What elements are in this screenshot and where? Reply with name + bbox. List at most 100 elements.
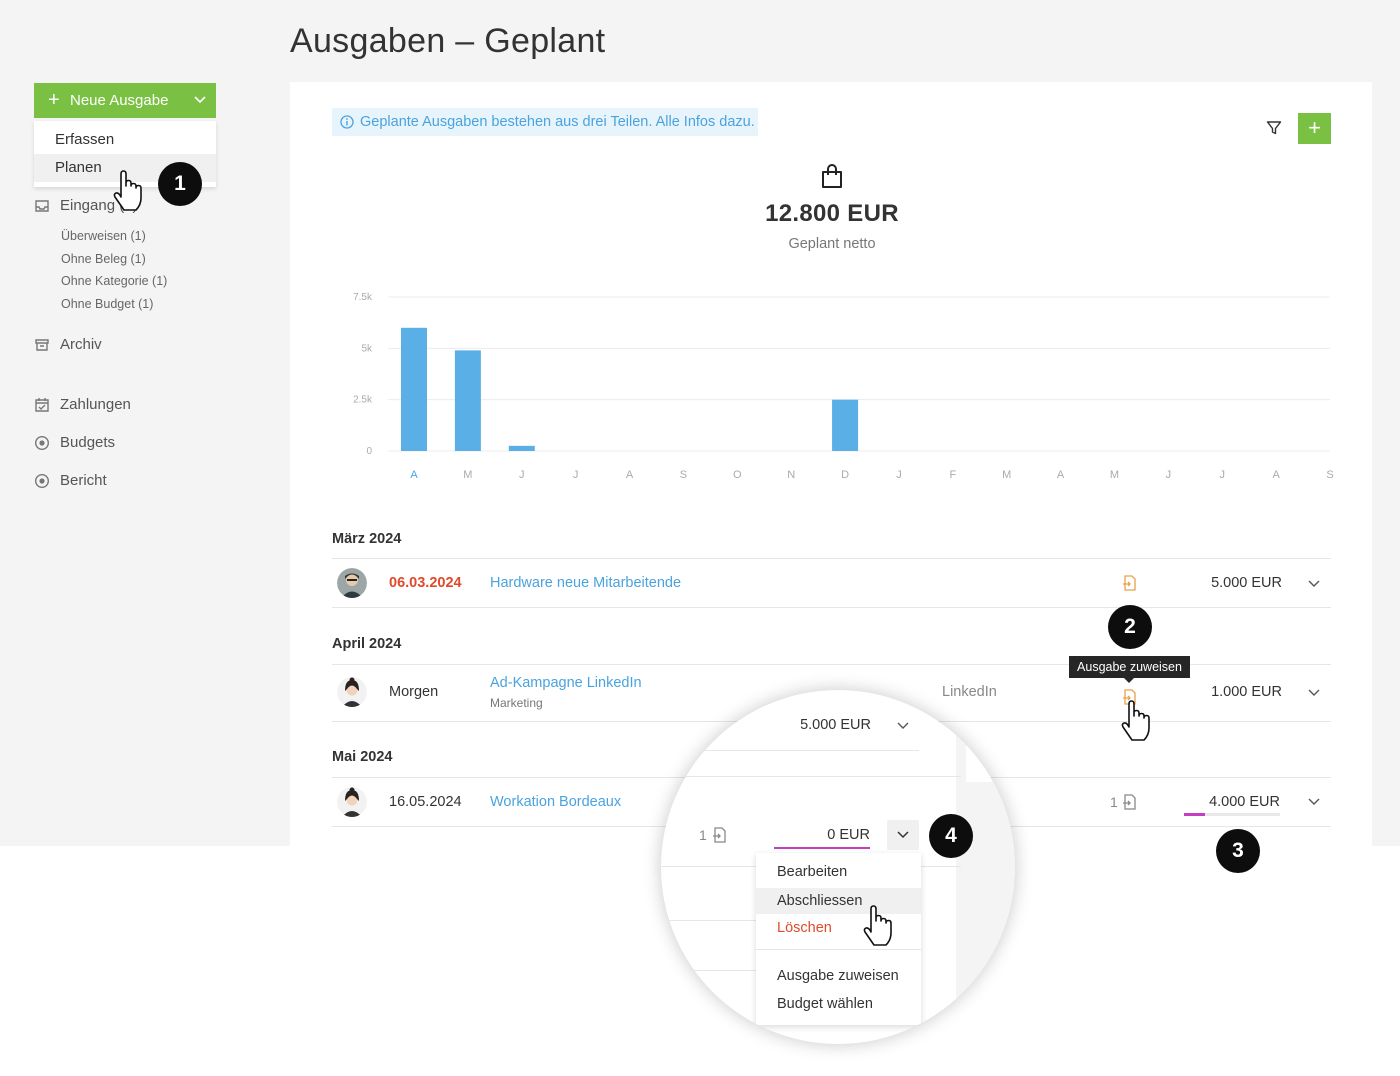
- magnifier-zero-amount: 0 EUR: [827, 827, 870, 843]
- archive-icon: [35, 338, 49, 351]
- row-title-link[interactable]: Workation Bordeaux: [490, 794, 621, 810]
- y-tick-label: 0: [366, 446, 372, 457]
- x-tick-label: M: [463, 469, 472, 481]
- y-tick-label: 7.5k: [353, 292, 373, 303]
- divider: [661, 920, 761, 921]
- chevron-down-icon[interactable]: [1308, 689, 1320, 697]
- document-icon[interactable]: [1122, 794, 1137, 810]
- magnifier-edge: [956, 690, 966, 782]
- total-label: Geplant netto: [788, 236, 876, 252]
- menu-item-abschliessen[interactable]: Abschliessen: [756, 888, 921, 914]
- page-title: Ausgaben – Geplant: [290, 22, 606, 60]
- row-amount: 4.000 EUR: [1209, 794, 1280, 810]
- hand-cursor-icon: [113, 170, 142, 211]
- magnifier-callout: , 5.000 EUR 1 0 EUR Bearbeiten Abschlies…: [661, 690, 1015, 1044]
- info-text: Geplante Ausgaben bestehen aus drei Teil…: [360, 114, 755, 130]
- x-tick-label: J: [1166, 469, 1172, 481]
- sidebar-subitem-ohne-kategorie[interactable]: Ohne Kategorie (1): [61, 274, 167, 288]
- info-icon: [340, 115, 354, 129]
- x-tick-label: A: [626, 469, 634, 481]
- magnifier-amount: 5.000 EUR: [800, 717, 871, 733]
- month-heading: März 2024: [332, 531, 402, 547]
- divider: [661, 750, 919, 751]
- sidebar-item-label: Archiv: [60, 336, 102, 353]
- filter-icon[interactable]: [1266, 120, 1282, 136]
- plus-icon: +: [48, 89, 60, 111]
- step-badge: 4: [929, 814, 973, 858]
- new-expense-label: Neue Ausgabe: [70, 92, 169, 109]
- x-tick-label: J: [896, 469, 902, 481]
- divider: [332, 607, 1331, 608]
- divider: [661, 776, 961, 777]
- chart-bar[interactable]: [508, 445, 535, 451]
- chart-bar[interactable]: [832, 399, 859, 451]
- avatar: [337, 568, 367, 598]
- menu-divider: [756, 949, 921, 950]
- row-amount: 5.000 EUR: [1211, 575, 1282, 591]
- sidebar-subitem-ohne-budget[interactable]: Ohne Budget (1): [61, 297, 153, 311]
- chevron-down-icon[interactable]: [1308, 580, 1320, 588]
- month-heading: Mai 2024: [332, 749, 393, 765]
- monthly-expense-chart: 0 2.5k 5k 7.5k A M J J A S O N D J F M A M J J A S: [353, 292, 1334, 481]
- document-count: 1: [699, 827, 707, 843]
- menu-item-budget-waehlen[interactable]: Budget wählen: [756, 991, 921, 1017]
- hand-cursor-icon: [863, 905, 892, 946]
- row-date: Morgen: [389, 684, 439, 700]
- sidebar-item-zahlungen[interactable]: Zahlungen: [34, 396, 131, 413]
- chevron-down-icon[interactable]: [1308, 798, 1320, 806]
- menu-item-ausgabe-zuweisen[interactable]: Ausgabe zuweisen: [756, 963, 921, 989]
- menu-item-loeschen[interactable]: Löschen: [756, 915, 921, 941]
- report-icon: [34, 473, 50, 488]
- total-amount: 12.800 EUR: [765, 200, 899, 227]
- sidebar-item-label: Budgets: [60, 434, 116, 451]
- calendar-check-icon: [35, 397, 49, 412]
- chart-bar[interactable]: [454, 350, 481, 451]
- sidebar-item-label: Zahlungen: [60, 396, 131, 413]
- menu-item-bearbeiten[interactable]: Bearbeiten: [756, 859, 921, 885]
- assign-tooltip: Ausgabe zuweisen: [1069, 656, 1190, 683]
- shopping-bag-icon: [822, 164, 842, 188]
- row-menu-toggle[interactable]: [887, 820, 919, 850]
- x-tick-label: F: [949, 469, 956, 481]
- y-tick-label: 2.5k: [353, 395, 373, 406]
- assign-document-icon[interactable]: [1122, 575, 1137, 591]
- row-title-link[interactable]: Ad-Kampagne LinkedIn: [490, 675, 642, 691]
- avatar: [337, 787, 367, 817]
- month-heading: April 2024: [332, 636, 402, 652]
- row-vendor: LinkedIn: [942, 684, 997, 700]
- x-tick-label: S: [1326, 469, 1333, 481]
- new-expense-button[interactable]: + Neue Ausgabe: [34, 83, 216, 118]
- sidebar-item-archiv[interactable]: Archiv: [34, 336, 102, 353]
- divider: [332, 558, 1331, 559]
- info-banner[interactable]: Geplante Ausgaben bestehen aus drei Teil…: [332, 108, 758, 136]
- step-badge: 2: [1108, 605, 1152, 649]
- chevron-down-icon[interactable]: [897, 722, 909, 730]
- divider: [661, 970, 761, 971]
- sidebar-subitem-ueberweisen[interactable]: Überweisen (1): [61, 229, 146, 243]
- x-tick-label: M: [1110, 469, 1119, 481]
- sidebar-subitem-ohne-beleg[interactable]: Ohne Beleg (1): [61, 252, 146, 266]
- x-tick-label: A: [1057, 469, 1065, 481]
- document-icon[interactable]: [712, 827, 727, 843]
- budget-progress-bar: [1184, 813, 1280, 816]
- x-tick-label: O: [733, 469, 742, 481]
- row-actions-menu: Bearbeiten Abschliessen Löschen Ausgabe …: [756, 853, 921, 1025]
- row-title-link[interactable]: Hardware neue Mitarbeitende: [490, 575, 681, 591]
- document-count: 1: [1110, 794, 1118, 810]
- inbox-icon: [35, 199, 49, 212]
- chevron-down-icon: [897, 831, 909, 839]
- menu-item-erfassen[interactable]: Erfassen: [34, 126, 216, 154]
- sidebar-item-budgets[interactable]: Budgets: [34, 434, 115, 451]
- x-tick-label: J: [1219, 469, 1225, 481]
- sidebar-item-bericht[interactable]: Bericht: [34, 472, 107, 489]
- x-tick-label: D: [841, 469, 849, 481]
- add-button[interactable]: +: [1298, 113, 1331, 144]
- chevron-down-icon[interactable]: [194, 95, 206, 105]
- x-tick-label: S: [680, 469, 687, 481]
- chart-bar[interactable]: [401, 327, 427, 451]
- x-tick-label: A: [410, 469, 418, 481]
- row-amount: 1.000 EUR: [1211, 684, 1282, 700]
- step-badge: 1: [158, 162, 202, 206]
- y-tick-label: 5k: [361, 343, 373, 354]
- budget-progress-fill: [1184, 813, 1206, 816]
